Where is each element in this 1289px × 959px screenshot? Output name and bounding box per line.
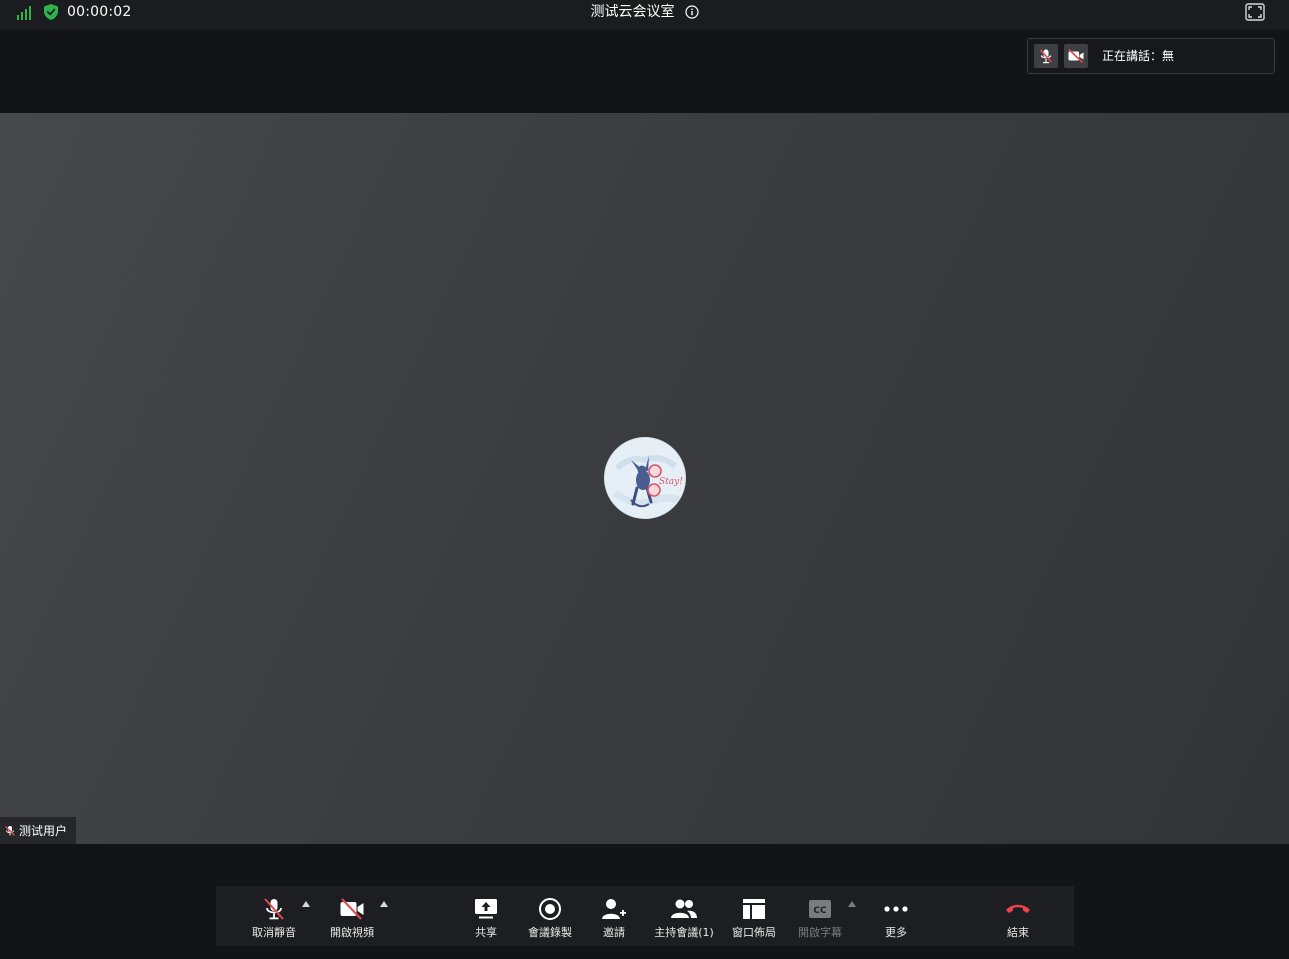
share-screen-icon xyxy=(475,899,497,919)
unmute-button[interactable]: 取消靜音 xyxy=(252,886,296,946)
record-label: 會議錄製 xyxy=(528,926,572,939)
shield-check-icon[interactable] xyxy=(44,4,58,20)
participants-button[interactable]: 主持會議(1) xyxy=(654,886,714,946)
meeting-timer: 00:00:02 xyxy=(67,4,132,20)
captions-label: 開啟字幕 xyxy=(798,926,842,939)
info-icon[interactable] xyxy=(684,5,699,19)
user-avatar: Stay! xyxy=(604,437,686,519)
mic-muted-icon xyxy=(264,898,284,920)
speaking-label: 正在講話：無 xyxy=(1102,49,1175,63)
participant-name-tag: 测试用户 xyxy=(0,817,77,844)
participant-name: 测试用户 xyxy=(19,824,68,838)
layout-label: 窗口佈局 xyxy=(732,926,776,939)
captions-options-caret[interactable] xyxy=(847,900,857,908)
meeting-title: 测试云会议室 xyxy=(590,4,675,20)
share-label: 共享 xyxy=(475,926,497,939)
video-options-caret[interactable] xyxy=(379,900,389,908)
invite-button[interactable]: 邀請 xyxy=(596,886,632,946)
invite-label: 邀請 xyxy=(603,926,625,939)
avatar-text: Stay! xyxy=(659,477,683,487)
signal-bars-icon[interactable] xyxy=(17,6,33,20)
mic-muted-icon xyxy=(1039,49,1053,64)
captions-button[interactable]: CC 開啟字幕 xyxy=(796,886,844,946)
top-bar: 00:00:02 测试云会议室 xyxy=(0,0,1289,30)
participants-icon xyxy=(671,899,697,918)
start-video-button[interactable]: 開啟視頻 xyxy=(329,886,375,946)
avatar-illustration: Stay! xyxy=(605,438,685,518)
more-button[interactable]: 更多 xyxy=(878,886,914,946)
hang-up-icon xyxy=(1006,904,1030,913)
mic-muted-icon xyxy=(5,825,15,836)
start-video-label: 開啟視頻 xyxy=(330,926,374,939)
unmute-label: 取消靜音 xyxy=(252,926,296,939)
svg-text:CC: CC xyxy=(813,906,827,916)
audio-options-caret[interactable] xyxy=(301,900,311,908)
end-meeting-label: 結束 xyxy=(1007,926,1029,939)
meeting-toolbar: 取消靜音 開啟視頻 共享 會議錄製 邀請 主持會議(1) 窗口佈局 CC 開啟字… xyxy=(216,886,1074,946)
participants-label: 主持會議(1) xyxy=(654,926,714,939)
meeting-window: 00:00:02 测试云会议室 正在講話：無 Stay! 测试用户 取消靜音 開… xyxy=(0,0,1289,959)
speaking-indicator: 正在講話：無 xyxy=(1027,38,1275,74)
captions-icon: CC xyxy=(809,900,831,918)
share-button[interactable]: 共享 xyxy=(468,886,504,946)
fullscreen-icon[interactable] xyxy=(1245,3,1265,21)
more-label: 更多 xyxy=(885,926,907,939)
record-icon xyxy=(539,898,561,920)
more-icon xyxy=(884,906,908,912)
layout-button[interactable]: 窗口佈局 xyxy=(730,886,778,946)
speaker-camera-toggle[interactable] xyxy=(1064,44,1088,68)
end-meeting-button[interactable]: 結束 xyxy=(1000,886,1036,946)
camera-off-icon xyxy=(1068,48,1084,64)
video-stage: Stay! 测试用户 xyxy=(0,113,1289,844)
speaker-mic-toggle[interactable] xyxy=(1034,44,1058,68)
invite-user-icon xyxy=(602,899,626,919)
camera-off-icon xyxy=(340,898,364,920)
layout-icon xyxy=(743,899,765,919)
record-button[interactable]: 會議錄製 xyxy=(526,886,574,946)
